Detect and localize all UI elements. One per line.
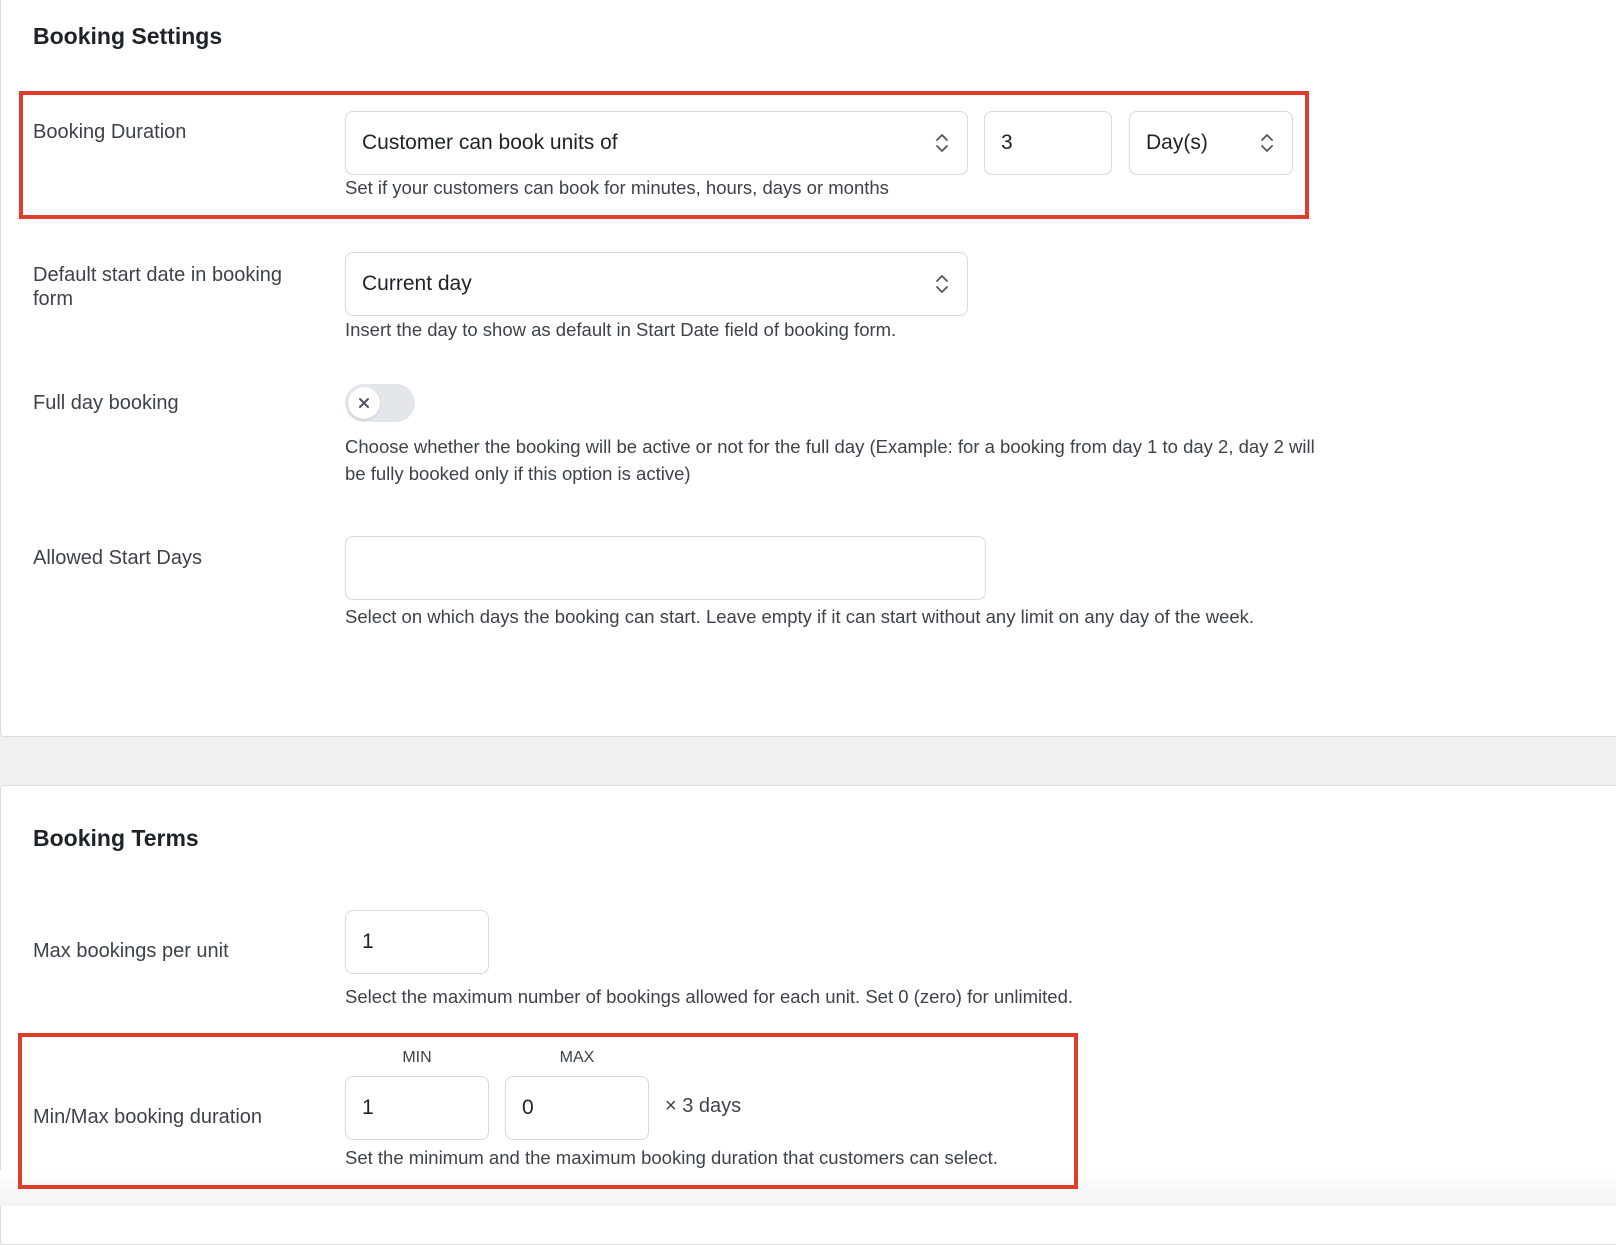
booking-duration-units-value: 3 xyxy=(1001,131,1013,154)
max-booking-duration-value: 0 xyxy=(522,1096,534,1119)
min-max-booking-duration-label: Min/Max booking duration xyxy=(33,1106,263,1128)
toggle-knob xyxy=(348,387,380,419)
close-icon xyxy=(359,398,369,408)
chevron-up-down-icon xyxy=(936,134,948,152)
allowed-start-days-help: Select on which days the booking can sta… xyxy=(345,606,1255,627)
allowed-start-days-input[interactable] xyxy=(345,536,986,600)
max-column-header: MAX xyxy=(559,1049,595,1066)
default-start-date-value: Current day xyxy=(362,272,472,295)
default-start-date-select[interactable]: Current day xyxy=(345,252,968,316)
min-max-booking-duration-help: Set the minimum and the maximum booking … xyxy=(345,1147,998,1168)
duration-unit-suffix: × 3 days xyxy=(665,1095,742,1117)
booking-terms-title: Booking Terms xyxy=(33,825,199,851)
full-day-booking-toggle[interactable] xyxy=(345,384,415,422)
chevron-up-down-icon xyxy=(936,275,948,293)
default-start-date-help: Insert the day to show as default in Sta… xyxy=(345,319,897,340)
max-bookings-per-unit-help: Select the maximum number of bookings al… xyxy=(345,986,1074,1007)
min-column-header: MIN xyxy=(402,1049,432,1066)
max-bookings-per-unit-input[interactable]: 1 xyxy=(345,910,489,974)
booking-duration-help: Set if your customers can book for minut… xyxy=(345,177,889,198)
booking-duration-label: Booking Duration xyxy=(33,121,187,143)
booking-settings-panel: Booking Settings Booking Duration Custom… xyxy=(0,0,1616,737)
bottom-fade xyxy=(0,1170,1616,1206)
booking-settings-title: Booking Settings xyxy=(33,23,223,49)
full-day-booking-label: Full day booking xyxy=(33,392,179,414)
booking-duration-mode-select[interactable]: Customer can book units of xyxy=(345,111,968,175)
booking-duration-mode-value: Customer can book units of xyxy=(362,131,618,154)
allowed-start-days-label: Allowed Start Days xyxy=(33,547,202,569)
chevron-up-down-icon xyxy=(1261,134,1273,152)
max-bookings-per-unit-label: Max bookings per unit xyxy=(33,940,229,962)
booking-duration-unit-type-value: Day(s) xyxy=(1146,131,1208,154)
booking-duration-units-input[interactable]: 3 xyxy=(984,111,1112,175)
full-day-booking-help: Choose whether the booking will be activ… xyxy=(345,436,1315,484)
max-booking-duration-input[interactable]: 0 xyxy=(505,1076,649,1140)
booking-duration-unit-type-select[interactable]: Day(s) xyxy=(1129,111,1293,175)
min-booking-duration-input[interactable]: 1 xyxy=(345,1076,489,1140)
min-booking-duration-value: 1 xyxy=(362,1096,374,1119)
max-bookings-per-unit-value: 1 xyxy=(362,930,374,953)
default-start-date-label: Default start date in booking form xyxy=(33,264,283,310)
